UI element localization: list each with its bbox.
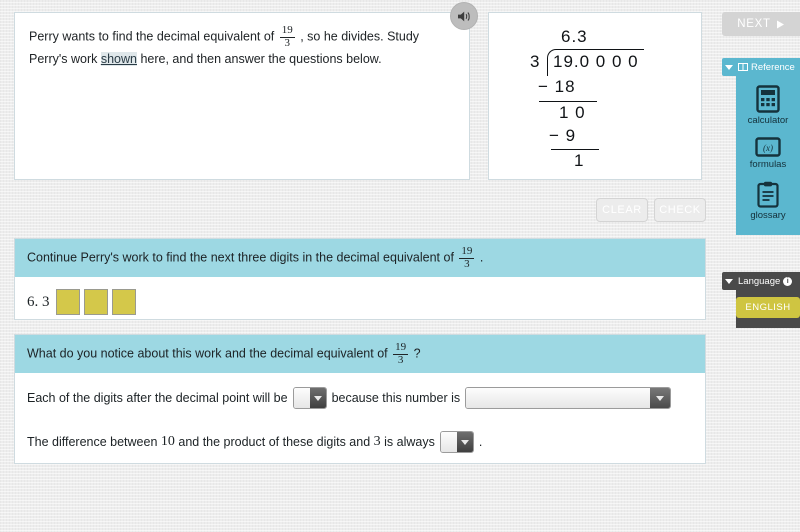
division-divisor: 3 bbox=[530, 52, 541, 71]
next-button-label: NEXT bbox=[737, 18, 771, 30]
question-1-answer-row: 6. 3 bbox=[27, 289, 693, 315]
digit-input-1[interactable] bbox=[55, 289, 80, 315]
prompt-text-part1: Perry wants to find the decimal equivale… bbox=[29, 29, 278, 44]
digit-input-2[interactable] bbox=[83, 289, 108, 315]
sentence-2-text-2: and the product of these digits and bbox=[174, 435, 374, 449]
division-step2-bar bbox=[551, 149, 599, 150]
audio-play-button[interactable] bbox=[450, 2, 478, 30]
reference-item-glossary-label: glossary bbox=[750, 210, 786, 221]
question-1-block: Continue Perry's work to find the next t… bbox=[14, 238, 706, 320]
question-1-text-part2: . bbox=[476, 250, 484, 265]
language-panel-header: Language i bbox=[722, 272, 800, 290]
activity-stage: Perry wants to find the decimal equivale… bbox=[0, 0, 800, 532]
sentence-1-dropdown-1[interactable] bbox=[292, 387, 327, 409]
reference-panel: Reference calculator (x) formulas glossa… bbox=[722, 58, 800, 235]
formulas-icon: (x) bbox=[755, 137, 781, 157]
sentence-2-number-1: 10 bbox=[160, 434, 175, 449]
clear-button[interactable]: CLEAR bbox=[596, 198, 648, 222]
sentence-1-text-2: because this number is bbox=[331, 391, 461, 405]
sentence-2-text-1: The difference between bbox=[27, 435, 161, 449]
prompt-text-part3: here, and then answer the questions belo… bbox=[136, 52, 382, 67]
sentence-1-dropdown-2[interactable] bbox=[465, 387, 672, 409]
calculator-icon bbox=[756, 85, 780, 113]
caret-down-icon bbox=[725, 278, 733, 284]
sentence-2-dropdown[interactable] bbox=[439, 431, 474, 453]
book-icon bbox=[738, 63, 748, 71]
question-2-fraction-numerator: 19 bbox=[395, 340, 407, 353]
sentence-2-text-3: is always bbox=[380, 435, 435, 449]
action-button-row: CLEAR CHECK bbox=[14, 198, 706, 224]
sentence-2-dropdown-value bbox=[440, 432, 457, 452]
reference-item-calculator-label: calculator bbox=[747, 115, 789, 126]
sentence-1-dropdown-2-value bbox=[466, 388, 651, 408]
question-2-sentence-1: Each of the digits after the decimal poi… bbox=[27, 385, 693, 411]
sentence-1-text-1: Each of the digits after the decimal poi… bbox=[27, 391, 288, 405]
language-collapse-toggle[interactable] bbox=[722, 272, 736, 290]
prompt-text: Perry wants to find the decimal equivale… bbox=[29, 24, 455, 69]
question-2-fraction-denominator: 3 bbox=[393, 353, 409, 367]
question-2-block: What do you notice about this work and t… bbox=[14, 334, 706, 464]
reference-items: calculator (x) formulas glossary bbox=[736, 76, 800, 235]
answer-prefix: 6. 3 bbox=[27, 293, 50, 310]
question-2-body: Each of the digits after the decimal poi… bbox=[15, 373, 705, 467]
division-work-panel: 6.3 3 19.0 0 0 0 − 18 1 0 − 9 1 bbox=[488, 12, 702, 180]
reference-panel-header: Reference bbox=[722, 58, 800, 76]
speaker-icon bbox=[457, 11, 470, 21]
division-dividend: 19.0 0 0 0 bbox=[553, 52, 639, 71]
chevron-down-icon bbox=[309, 388, 326, 408]
question-2-fraction: 19 3 bbox=[393, 340, 409, 367]
reference-panel-title: Reference bbox=[751, 61, 795, 73]
question-1-fraction-denominator: 3 bbox=[459, 257, 475, 271]
reference-item-glossary[interactable]: glossary bbox=[736, 176, 800, 227]
prompt-fraction-numerator: 19 bbox=[281, 24, 293, 36]
question-1-text-part1: Continue Perry's work to find the next t… bbox=[27, 250, 458, 265]
division-step1-subtract: − 18 bbox=[538, 77, 576, 96]
question-1-fraction-numerator: 19 bbox=[461, 244, 473, 257]
question-2-header: What do you notice about this work and t… bbox=[15, 335, 705, 373]
reference-item-formulas[interactable]: (x) formulas bbox=[736, 132, 800, 176]
language-panel-body: ENGLISH bbox=[736, 290, 800, 328]
digit-input-3[interactable] bbox=[111, 289, 136, 315]
long-division: 6.3 3 19.0 0 0 0 − 18 1 0 − 9 1 bbox=[489, 13, 701, 179]
division-step1-remainder: 1 0 bbox=[559, 103, 586, 122]
question-1-header: Continue Perry's work to find the next t… bbox=[15, 239, 705, 277]
shown-link[interactable]: shown bbox=[100, 52, 137, 67]
chevron-down-icon bbox=[650, 388, 671, 408]
right-rail: NEXT Reference calculator (x) formulas g… bbox=[714, 0, 800, 532]
question-1-body: 6. 3 bbox=[15, 277, 705, 327]
question-2-text: What do you notice about this work and t… bbox=[27, 340, 421, 367]
sentence-2-number-2: 3 bbox=[373, 434, 381, 449]
prompt-fraction-denominator: 3 bbox=[279, 36, 295, 50]
division-step2-remainder: 1 bbox=[574, 151, 585, 170]
info-icon[interactable]: i bbox=[783, 276, 793, 286]
play-triangle-icon bbox=[776, 20, 784, 28]
reference-item-calculator[interactable]: calculator bbox=[736, 80, 800, 132]
sentence-2-text-4: . bbox=[478, 435, 483, 449]
language-english-button[interactable]: ENGLISH bbox=[736, 297, 800, 318]
next-button[interactable]: NEXT bbox=[722, 12, 800, 36]
reference-item-formulas-label: formulas bbox=[749, 159, 787, 170]
division-step2-subtract: − 9 bbox=[549, 126, 577, 145]
language-panel: Language i ENGLISH bbox=[722, 272, 800, 328]
question-2-text-part2: ? bbox=[410, 346, 421, 361]
clipboard-icon bbox=[757, 181, 779, 208]
reference-collapse-toggle[interactable] bbox=[722, 58, 736, 76]
language-panel-title: Language bbox=[738, 275, 781, 287]
prompt-fraction: 19 3 bbox=[279, 24, 295, 50]
prompt-panel: Perry wants to find the decimal equivale… bbox=[14, 12, 470, 180]
division-step1-bar bbox=[539, 101, 597, 102]
caret-down-icon bbox=[725, 64, 733, 70]
chevron-down-icon bbox=[456, 432, 473, 452]
question-1-text: Continue Perry's work to find the next t… bbox=[27, 244, 484, 271]
division-quotient: 6.3 bbox=[561, 27, 588, 46]
svg-text:(x): (x) bbox=[763, 143, 773, 153]
sentence-1-dropdown-1-value bbox=[293, 388, 310, 408]
question-2-sentence-2: The difference between 10 and the produc… bbox=[27, 429, 693, 455]
question-1-fraction: 19 3 bbox=[459, 244, 475, 271]
check-button[interactable]: CHECK bbox=[654, 198, 706, 222]
question-2-text-part1: What do you notice about this work and t… bbox=[27, 346, 392, 361]
